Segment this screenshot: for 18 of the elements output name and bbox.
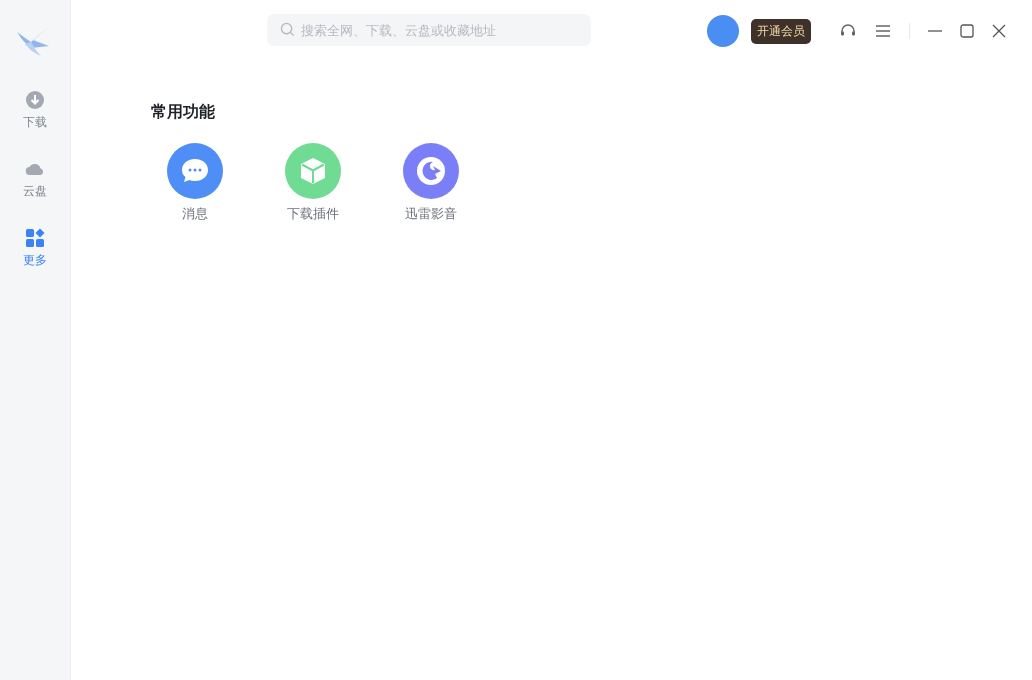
chat-bubble-icon [167, 143, 223, 199]
section-title: 常用功能 [151, 102, 216, 123]
sidebar-item[interactable]: 更多 [23, 228, 47, 269]
sidebar-item[interactable]: 云盘 [23, 159, 47, 200]
download-icon [25, 90, 45, 110]
feature-item[interactable]: 下载插件 [285, 143, 341, 223]
cube-icon [285, 143, 341, 199]
close-icon[interactable] [992, 24, 1006, 38]
maximize-icon[interactable] [960, 24, 974, 38]
search-icon [280, 22, 295, 37]
apps-grid-icon [25, 228, 45, 248]
avatar[interactable] [707, 15, 739, 47]
feature-item[interactable]: 迅雷影音 [403, 143, 459, 223]
vip-button[interactable]: 开通会员 [751, 18, 811, 44]
search-field[interactable]: 搜索全网、下载、云盘或收藏地址 [267, 14, 591, 46]
sidebar-item[interactable]: 下载 [23, 90, 47, 131]
menu-icon[interactable] [875, 24, 891, 38]
feature-item[interactable]: 消息 [167, 143, 223, 223]
